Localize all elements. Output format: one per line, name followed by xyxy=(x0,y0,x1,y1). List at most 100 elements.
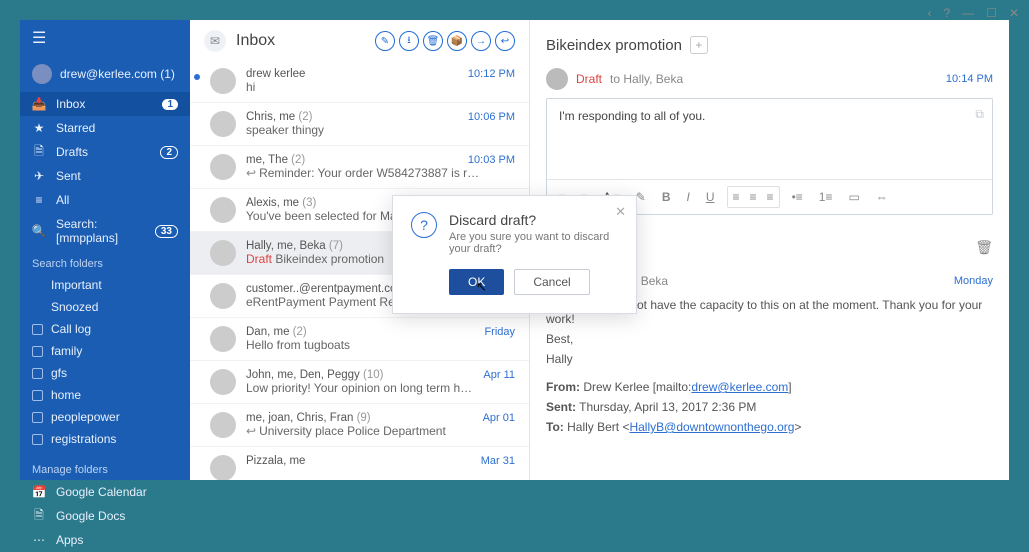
message-from: Chris, me (2) xyxy=(246,111,312,123)
folder-label: registrations xyxy=(51,432,116,446)
bottom-doc[interactable]: 🗎Google Docs xyxy=(20,504,190,528)
add-label-button[interactable]: + xyxy=(690,36,708,54)
checkbox[interactable] xyxy=(32,390,43,401)
align-right-icon[interactable]: ≡ xyxy=(763,188,778,206)
message-time: Apr 01 xyxy=(483,412,515,424)
manage-folders[interactable]: Manage folders xyxy=(20,456,190,480)
message-time: 10:03 PM xyxy=(468,154,515,166)
align-left-icon[interactable]: ≡ xyxy=(729,188,744,206)
folder-item[interactable]: peoplepower xyxy=(20,406,190,428)
reply-button[interactable]: ↩ xyxy=(495,31,515,51)
link-icon[interactable]: ⇔ xyxy=(872,188,892,206)
archive-button[interactable]: 📦 xyxy=(447,31,467,51)
thread-title: Bikeindex promotion xyxy=(546,37,682,54)
message-time: Mar 31 xyxy=(481,455,515,467)
avatar xyxy=(210,326,236,352)
checkbox[interactable] xyxy=(32,346,43,357)
message-from: customer..@erentpayment.com xyxy=(246,283,406,295)
folder-item[interactable]: registrations xyxy=(20,428,190,450)
image-icon[interactable]: ▭ xyxy=(844,188,863,206)
italic-icon[interactable]: I xyxy=(683,188,694,206)
close-icon[interactable]: ✕ xyxy=(615,204,626,220)
nav-inbox[interactable]: 📥Inbox1 xyxy=(20,92,190,116)
avatar xyxy=(210,197,236,223)
nav-label: Starred xyxy=(56,121,95,135)
folder-item[interactable]: Snoozed xyxy=(20,296,190,318)
avatar xyxy=(210,68,236,94)
number-list-icon[interactable]: 1≡ xyxy=(815,188,837,206)
bold-icon[interactable]: B xyxy=(658,188,675,206)
delete-button[interactable]: 🗑 xyxy=(423,31,443,51)
doc-icon: 🗎 xyxy=(32,509,46,523)
nav-all[interactable]: ≡All xyxy=(20,188,190,212)
back-icon[interactable]: ‹ xyxy=(927,6,931,20)
nav-search[interactable]: 🔍Search: [mmpplans]33 xyxy=(20,212,190,250)
message-row[interactable]: Pizzala, me Mar 31 xyxy=(190,447,529,480)
popout-icon[interactable]: ⧉ xyxy=(975,107,984,122)
message-from: drew kerlee xyxy=(246,68,305,80)
message-row[interactable]: me, The (2)10:03 PM↩Reminder: Your order… xyxy=(190,146,529,189)
checkbox[interactable] xyxy=(32,412,43,423)
folder-label: Important xyxy=(51,278,102,292)
underline-icon[interactable]: U xyxy=(702,188,719,206)
search-folders-label: Search folders xyxy=(20,250,190,274)
maximize-icon[interactable]: ☐ xyxy=(986,6,997,20)
trash-icon[interactable]: 🗑 xyxy=(975,239,993,256)
apps-icon: ⋯ xyxy=(32,533,46,547)
message-row[interactable]: drew kerlee 10:12 PMhi xyxy=(190,60,529,103)
sent-icon: ✈ xyxy=(32,169,46,183)
folder-item[interactable]: home xyxy=(20,384,190,406)
message-row[interactable]: me, joan, Chris, Fran (9)Apr 01↩Universi… xyxy=(190,404,529,447)
checkbox[interactable] xyxy=(32,324,43,335)
folder-item[interactable]: Important xyxy=(20,274,190,296)
avatar xyxy=(210,283,236,309)
bottom-label: Apps xyxy=(56,533,83,547)
cancel-button[interactable]: Cancel xyxy=(514,269,589,295)
inbox-icon: 📥 xyxy=(32,97,46,111)
mailto-link[interactable]: HallyB@downtownonthego.org xyxy=(629,420,794,434)
nav-sent[interactable]: ✈ Sent xyxy=(20,164,190,188)
nav-star[interactable]: ★Starred xyxy=(20,116,190,140)
folder-item[interactable]: gfs xyxy=(20,362,190,384)
avatar xyxy=(210,154,236,180)
align-center-icon[interactable]: ≡ xyxy=(746,188,761,206)
folder-label: gfs xyxy=(51,366,67,380)
download-button[interactable]: ⭳ xyxy=(399,31,419,51)
bottom-apps[interactable]: ⋯ Apps xyxy=(20,528,190,552)
folder-item[interactable]: Call log xyxy=(20,318,190,340)
avatar xyxy=(210,455,236,480)
message-row[interactable]: Dan, me (2)FridayHello from tugboats xyxy=(190,318,529,361)
from-label: From: xyxy=(546,380,580,394)
nav-label: Sent xyxy=(56,169,81,183)
close-icon[interactable]: ✕ xyxy=(1009,6,1019,20)
message-subject: Hello from tugboats xyxy=(246,338,350,352)
compose-button[interactable]: ✎ xyxy=(375,31,395,51)
search-icon: 🔍 xyxy=(32,224,46,238)
checkbox[interactable] xyxy=(32,368,43,379)
bottom-cal[interactable]: 📅Google Calendar xyxy=(20,480,190,504)
window-controls: ‹ ? — ☐ ✕ xyxy=(927,6,1019,20)
compose-body[interactable]: I'm responding to all of you. ⧉ xyxy=(547,99,992,179)
message-row[interactable]: John, me, Den, Peggy (10)Apr 11Low prior… xyxy=(190,361,529,404)
hamburger-icon[interactable]: ☰ xyxy=(20,20,190,56)
folder-item[interactable]: family xyxy=(20,340,190,362)
discard-draft-dialog: ✕ ? Discard draft? Are you sure you want… xyxy=(392,195,637,314)
badge: 33 xyxy=(155,225,178,238)
ok-button[interactable]: OK xyxy=(449,269,504,295)
forward-button[interactable]: → xyxy=(471,31,491,51)
align-group: ≡ ≡ ≡ xyxy=(727,186,780,208)
sent-label: Sent: xyxy=(546,400,576,414)
checkbox[interactable] xyxy=(32,434,43,445)
nav-drafts[interactable]: 🗎Drafts2 xyxy=(20,140,190,164)
message-subject: Bikeindex promotion xyxy=(275,252,384,266)
message-subject: University place Police Department xyxy=(259,424,446,438)
account-row[interactable]: drew@kerlee.com (1) xyxy=(20,56,190,92)
minimize-icon[interactable]: — xyxy=(962,6,974,20)
drafts-icon: 🗎 xyxy=(32,145,46,159)
help-icon[interactable]: ? xyxy=(943,6,950,20)
mailto-link[interactable]: drew@kerlee.com xyxy=(691,380,788,394)
message-row[interactable]: Chris, me (2)10:06 PMspeaker thingy xyxy=(190,103,529,146)
account-email: drew@kerlee.com (1) xyxy=(60,67,175,81)
draft-label: Draft xyxy=(246,252,272,266)
bullet-list-icon[interactable]: •≡ xyxy=(788,188,807,206)
